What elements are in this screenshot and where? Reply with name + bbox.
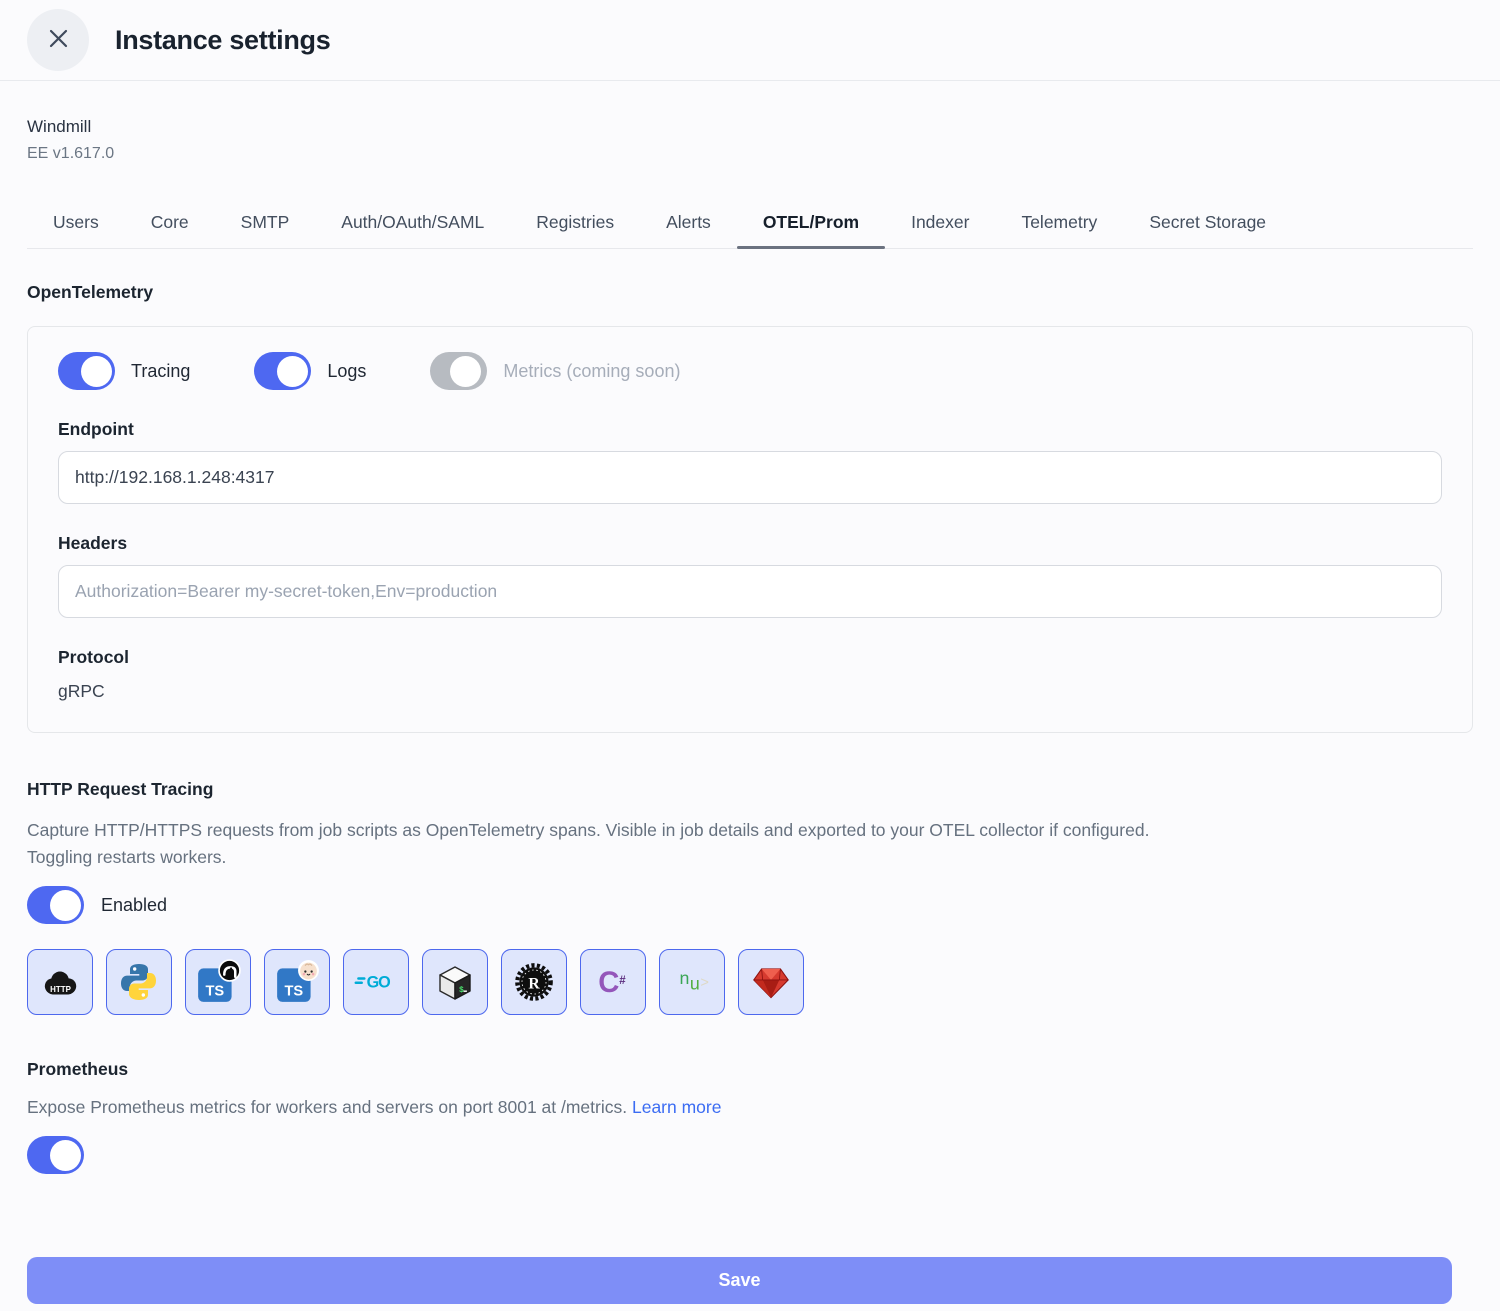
lang-button-python[interactable]: [106, 949, 172, 1015]
lang-button-rust[interactable]: R: [501, 949, 567, 1015]
http-tracing-toggle-label: Enabled: [101, 895, 167, 916]
lang-button-bash[interactable]: $: [422, 949, 488, 1015]
opentelemetry-panel: Tracing Logs Metrics (coming soon) Endpo…: [27, 326, 1473, 733]
prometheus-description: Expose Prometheus metrics for workers an…: [27, 1094, 1473, 1121]
tab-core[interactable]: Core: [125, 198, 215, 248]
page-title: Instance settings: [115, 25, 330, 56]
close-icon: [49, 29, 68, 51]
ruby-icon: [748, 959, 794, 1005]
dialog-header: Instance settings: [0, 0, 1500, 81]
svg-text:TS: TS: [285, 984, 304, 1000]
tab-alerts[interactable]: Alerts: [640, 198, 737, 248]
protocol-label: Protocol: [58, 647, 1442, 668]
metrics-toggle: [430, 352, 487, 390]
lang-button-ruby[interactable]: [738, 949, 804, 1015]
app-name: Windmill: [27, 117, 1473, 137]
svg-text:GO: GO: [367, 974, 391, 992]
opentelemetry-heading: OpenTelemetry: [27, 282, 1473, 303]
lang-button-go[interactable]: GO: [343, 949, 409, 1015]
bun-ts-icon: TS: [274, 959, 320, 1005]
tracing-toggle-label: Tracing: [131, 361, 190, 382]
lang-button-bun[interactable]: TS: [264, 949, 330, 1015]
tab-otel-prom[interactable]: OTEL/Prom: [737, 198, 885, 248]
toggle-knob: [450, 356, 481, 387]
toggle-knob: [277, 356, 308, 387]
tab-smtp[interactable]: SMTP: [215, 198, 316, 248]
python-icon: [117, 960, 161, 1004]
app-version: EE v1.617.0: [27, 145, 1473, 163]
endpoint-label: Endpoint: [58, 419, 1442, 440]
svg-text:>: >: [700, 975, 709, 991]
svg-text:HTTP: HTTP: [50, 985, 71, 994]
toggle-knob: [50, 890, 81, 921]
close-button[interactable]: [27, 9, 89, 71]
go-icon: GO: [353, 959, 399, 1005]
http-request-tracing-description: Capture HTTP/HTTPS requests from job scr…: [27, 817, 1473, 871]
tab-registries[interactable]: Registries: [510, 198, 640, 248]
http-icon: HTTP: [37, 959, 83, 1005]
tab-auth-oauth-saml[interactable]: Auth/OAuth/SAML: [315, 198, 510, 248]
tab-telemetry[interactable]: Telemetry: [995, 198, 1123, 248]
deno-ts-icon: TS: [195, 959, 241, 1005]
svg-text:#: #: [619, 975, 626, 987]
http-tracing-toggle[interactable]: [27, 886, 84, 924]
rust-icon: R: [511, 959, 557, 1005]
settings-tab-bar: Users Core SMTP Auth/OAuth/SAML Registri…: [27, 198, 1473, 249]
lang-button-deno[interactable]: TS: [185, 949, 251, 1015]
headers-input[interactable]: [58, 565, 1442, 618]
toggle-knob: [81, 356, 112, 387]
tab-indexer[interactable]: Indexer: [885, 198, 995, 248]
description-line: Toggling restarts workers.: [27, 844, 1473, 871]
lang-button-nushell[interactable]: n u >: [659, 949, 725, 1015]
logs-toggle[interactable]: [254, 352, 311, 390]
description-line: Capture HTTP/HTTPS requests from job scr…: [27, 817, 1473, 844]
svg-text:R: R: [528, 975, 540, 992]
svg-text:u: u: [690, 973, 700, 993]
prometheus-toggle[interactable]: [27, 1136, 84, 1174]
lang-button-csharp[interactable]: C #: [580, 949, 646, 1015]
lang-button-http[interactable]: HTTP: [27, 949, 93, 1015]
save-button[interactable]: Save: [27, 1257, 1452, 1304]
tab-users[interactable]: Users: [27, 198, 125, 248]
csharp-icon: C #: [590, 959, 636, 1005]
protocol-value: gRPC: [58, 681, 1442, 702]
language-button-row: HTTP TS: [27, 949, 1473, 1015]
logs-toggle-label: Logs: [327, 361, 366, 382]
headers-label: Headers: [58, 533, 1442, 554]
learn-more-link[interactable]: Learn more: [632, 1097, 722, 1117]
prometheus-heading: Prometheus: [27, 1059, 1473, 1080]
tracing-toggle[interactable]: [58, 352, 115, 390]
metrics-toggle-label: Metrics (coming soon): [503, 361, 680, 382]
svg-text:C: C: [598, 967, 619, 999]
tab-secret-storage[interactable]: Secret Storage: [1123, 198, 1292, 248]
nushell-icon: n u >: [669, 959, 715, 1005]
toggle-knob: [50, 1140, 81, 1171]
bash-icon: $: [433, 960, 477, 1004]
svg-text:n: n: [679, 968, 689, 988]
endpoint-input[interactable]: [58, 451, 1442, 504]
svg-text:$: $: [459, 986, 464, 995]
http-request-tracing-heading: HTTP Request Tracing: [27, 779, 1473, 800]
svg-text:TS: TS: [206, 984, 225, 1000]
prometheus-description-text: Expose Prometheus metrics for workers an…: [27, 1097, 627, 1117]
